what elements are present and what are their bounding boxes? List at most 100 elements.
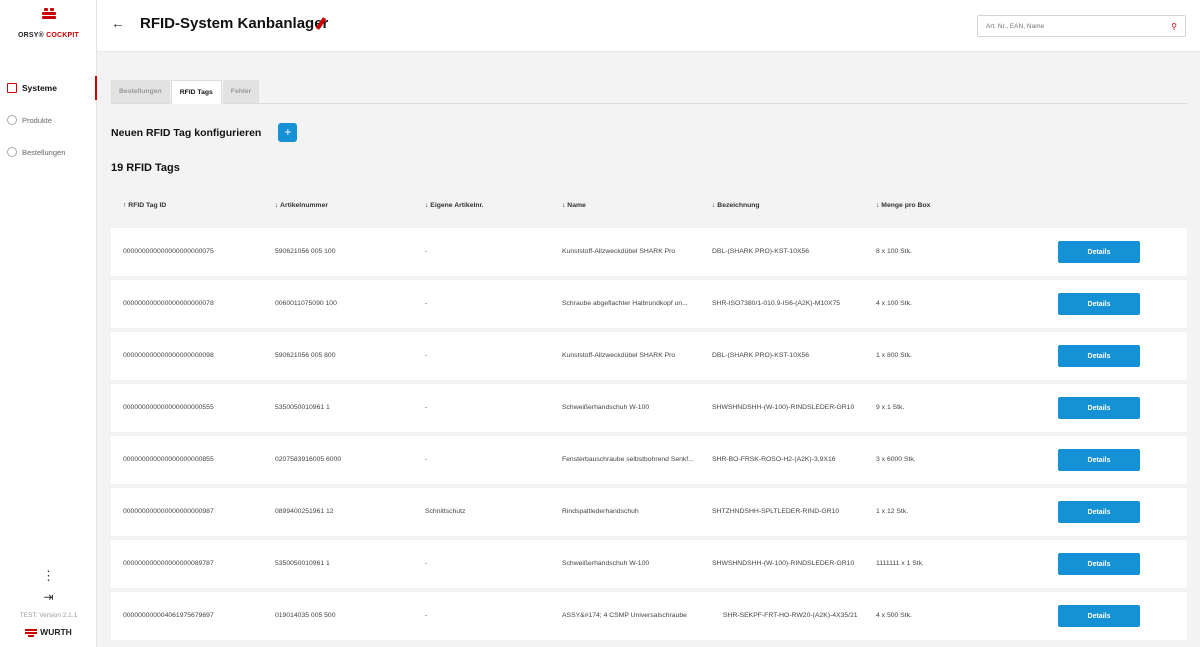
sidebar-item-label: Systeme [22,83,57,93]
cell-name: Kunststoff-Allzweckdübel SHARK Pro [562,352,676,359]
sidebar-item-produkte[interactable]: Produkte [0,108,97,132]
version-label: TEST: Version 2.1.1 [19,612,78,619]
search-icon[interactable]: ⚲ [1167,22,1181,31]
tab-rfid-tags[interactable]: RFID Tags [170,80,222,104]
cell-name: Schweißerhandschuh W-100 [562,404,650,411]
search-box: ⚲ [977,15,1186,37]
sidebar-nav: Systeme Produkte Bestellungen [0,76,97,172]
tools-icon [7,115,17,125]
box-icon [7,83,17,93]
cell-artikelnummer: 0207583916005 6000 [275,456,342,463]
logout-icon[interactable]: ⇥ [0,590,97,604]
cell-name: Kunststoff-Allzweckdübel SHARK Pro [562,248,676,255]
cell-eigene-artikelnr: - [425,352,428,359]
details-button[interactable]: Details [1058,605,1140,627]
cell-name: Rindspaltlederhandschuh [562,508,639,515]
cell-artikelnummer: 590621056 005 800 [275,352,336,359]
cell-menge-pro-box: 1111111 x 1 Stk. [876,560,924,567]
table-row: 000000000000000000089787 5350050010961 1… [111,540,1187,588]
cell-bezeichnung: SHR-BO-FRSK-ROSO-H2-(A2K)-3,9X16 [712,456,836,463]
cell-artikelnummer: 019014035 005 500 [275,612,336,619]
table-row: 000000000000000000000078 0060011075090 1… [111,280,1187,328]
orsy-cockpit-logo[interactable]: ORSY® COCKPIT [0,8,97,39]
table-row: 000000000004061975679697 019014035 005 5… [111,592,1187,640]
table-row: 000000000000000000000075 590621056 005 1… [111,228,1187,276]
details-button[interactable]: Details [1058,501,1140,523]
rfid-tag-count: 19 RFID Tags [111,162,180,174]
cell-bezeichnung: DBL-(SHARK PRO)-KST-10X56 [712,248,810,255]
more-menu-icon[interactable]: ⋮ [0,569,97,582]
cell-bezeichnung: DBL-(SHARK PRO)-KST-10X56 [712,352,810,359]
table-row: 000000000000000000000098 590621056 005 8… [111,332,1187,380]
sidebar: ORSY® COCKPIT Systeme Produkte Bestellun… [0,0,97,647]
cell-rfid-tag-id: 000000000000000000089787 [123,560,214,567]
page-title: RFID-System Kanbanlager [140,15,329,32]
cell-rfid-tag-id: 000000000000000000000855 [123,456,214,463]
cell-menge-pro-box: 4 x 500 Stk. [876,612,912,619]
cell-eigene-artikelnr: - [425,612,428,619]
top-header: ← RFID-System Kanbanlager ⚲ [97,0,1200,52]
configure-row: Neuen RFID Tag konfigurieren + [111,123,298,142]
cell-rfid-tag-id: 000000000004061975679697 [123,612,214,619]
tab-bar: Bestellungen RFID Tags Fehler [111,80,1187,104]
wurth-logo-icon [41,8,56,19]
column-header-artikelnummer[interactable]: ↓ Artikelnummer [275,202,328,209]
cell-artikelnummer: 5350050010961 1 [275,404,330,411]
cell-name: Schraube abgeflachter Halbrundkopf un... [562,300,688,307]
sidebar-item-label: Produkte [22,115,53,125]
details-button[interactable]: Details [1058,293,1140,315]
column-header-name[interactable]: ↓ Name [562,202,586,209]
cart-icon [7,147,17,157]
cell-artikelnummer: 590621056 005 100 [275,248,336,255]
cell-bezeichnung: SHTZHNDSHH-SPLTLEDER-RIND-GR10 [712,508,840,515]
cell-artikelnummer: 0060011075090 100 [275,300,337,307]
cell-eigene-artikelnr: - [425,248,428,255]
cell-artikelnummer: 5350050010961 1 [275,560,330,567]
tab-bestellungen[interactable]: Bestellungen [111,80,170,103]
table-row: 000000000000000000000555 5350050010961 1… [111,384,1187,432]
sidebar-item-label: Bestellungen [22,147,66,157]
cell-bezeichnung: SHWSHNDSHH-(W-100)-RINDSLEDER-GR10 [712,404,855,411]
cell-name: Schweißerhandschuh W-100 [562,560,650,567]
cell-artikelnummer: 0899400251961 12 [275,508,334,515]
wurth-logo: WURTH [0,627,97,637]
add-rfid-tag-button[interactable]: + [278,123,298,142]
cell-menge-pro-box: 1 x 12 Stk. [876,508,909,515]
logo-text: ORSY® COCKPIT [17,32,80,39]
details-button[interactable]: Details [1058,345,1140,367]
cell-menge-pro-box: 9 x 1 Stk. [876,404,905,411]
cell-rfid-tag-id: 000000000000000000000098 [123,352,214,359]
table-body: 000000000000000000000075 590621056 005 1… [111,228,1187,644]
cell-eigene-artikelnr: - [425,404,428,411]
back-arrow-icon[interactable]: ← [111,15,125,31]
main-content: Bestellungen RFID Tags Fehler Neuen RFID… [111,80,1187,640]
table-row: 000000000000000000000855 0207583916005 6… [111,436,1187,484]
cell-bezeichnung: SHR-SEKPF-FRT-HO-RW20-(A2K)-4X35/21 [723,612,858,619]
configure-label: Neuen RFID Tag konfigurieren [111,126,262,139]
sidebar-footer: ⋮ ⇥ TEST: Version 2.1.1 WURTH [0,569,97,637]
table-row: 000000000000000000000987 0899400251961 1… [111,488,1187,536]
column-header-menge-pro-box[interactable]: ↓ Menge pro Box [876,202,930,209]
cell-menge-pro-box: 3 x 6000 Stk. [876,456,916,463]
details-button[interactable]: Details [1058,449,1140,471]
column-header-bezeichnung[interactable]: ↓ Bezeichnung [712,202,760,209]
wurth-text: WURTH [40,627,72,637]
cell-rfid-tag-id: 000000000000000000000078 [123,300,214,307]
cell-name: ASSY&#174; 4 CSMP Universalschraube [562,612,687,619]
cell-eigene-artikelnr: Schnittschutz [425,508,466,515]
sidebar-item-systeme[interactable]: Systeme [0,76,97,100]
details-button[interactable]: Details [1058,553,1140,575]
column-header-rfid-tag-id[interactable]: ↑ RFID Tag ID [123,202,166,209]
app-window: ORSY® COCKPIT Systeme Produkte Bestellun… [0,0,1200,647]
column-header-eigene-artikelnr[interactable]: ↓ Eigene Artikelnr. [425,202,484,209]
search-input[interactable] [978,22,1167,30]
cell-rfid-tag-id: 000000000000000000000075 [123,248,214,255]
cell-eigene-artikelnr: - [425,560,428,567]
tab-fehler[interactable]: Fehler [222,80,260,103]
cell-menge-pro-box: 8 x 100 Stk. [876,248,912,255]
details-button[interactable]: Details [1058,397,1140,419]
details-button[interactable]: Details [1058,241,1140,263]
sidebar-item-bestellungen[interactable]: Bestellungen [0,140,97,164]
cell-menge-pro-box: 4 x 100 Stk. [876,300,912,307]
wurth-mark-icon [25,628,38,637]
